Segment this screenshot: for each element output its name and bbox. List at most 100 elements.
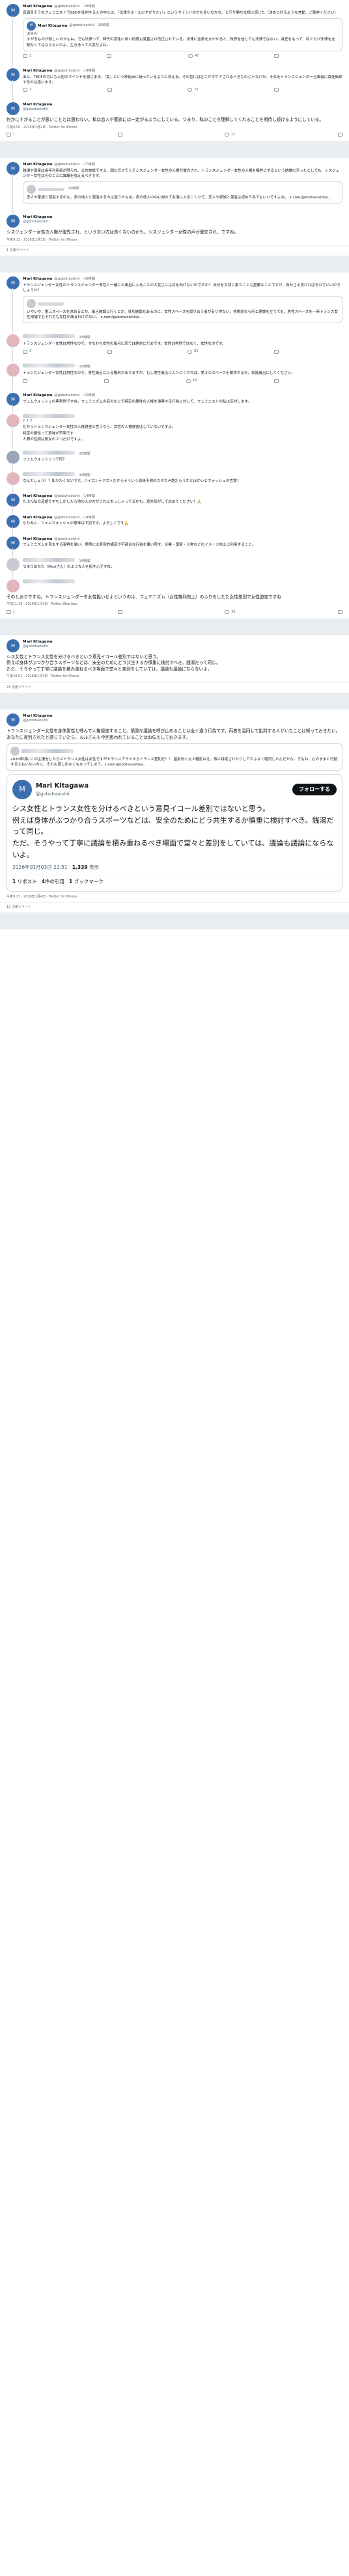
share-button[interactable] (273, 349, 279, 354)
author-name[interactable]: Mari Kitagawa (23, 515, 52, 520)
tweet-main[interactable]: そのとおりですね。トランスジェンダーを女性扱いせよというのは、フェミニズム（女性… (0, 576, 349, 618)
reply-button[interactable] (23, 378, 27, 383)
reply-tweet[interactable]: M Mari Kitagawa @gobohaoishii フェミニズムを育まする… (0, 533, 349, 557)
author-handle[interactable]: @gobohaoishii (54, 163, 79, 168)
avatar (27, 185, 36, 194)
avatar[interactable]: M (7, 493, 20, 507)
author-handle[interactable]: @gobohaoishii (23, 220, 342, 225)
author-name[interactable]: Mari Kitagawa (23, 68, 52, 73)
avatar[interactable]: M (7, 102, 20, 116)
like-button[interactable]: 47 (188, 54, 199, 59)
like-button[interactable]: 12 (225, 133, 236, 137)
tweet-main[interactable]: M Mari Kitagawa @gobohaoishii シス女性とトランス女… (0, 635, 349, 682)
author-handle[interactable]: @gobohaoishii (23, 719, 342, 724)
quoted-tweet[interactable]: 2026年頃にこの主張をしたら＃トランス女性は女性ですがトランスアライからトラン… (7, 743, 342, 771)
author-name[interactable]: Mari Kitagawa (36, 782, 89, 791)
avatar[interactable]: M (7, 393, 20, 406)
quote-count[interactable]: 23 引用ツイート (0, 683, 349, 693)
like-button[interactable]: 62 (188, 349, 198, 354)
author-name[interactable]: Mari Kitagawa (23, 215, 342, 220)
reply-button[interactable]: 1 (23, 88, 31, 92)
quoted-tweet[interactable]: いやいや、第三スペースを求めるとか、風呂施設に行くとか、貸切施設もあるのに、女性… (23, 296, 342, 324)
share-button[interactable] (337, 133, 342, 137)
avatar[interactable]: M (7, 162, 20, 176)
author-name[interactable]: Mari Kitagawa (23, 713, 342, 719)
tweet[interactable]: M Mari Kitagawa @gobohaoishii · 20時間 真面目そう… (0, 0, 349, 67)
tweet[interactable]: M Mari Kitagawa @gobohaoishii · 16時間 トランスジ… (0, 272, 349, 334)
author-handle[interactable]: @gobohaoishii (36, 791, 89, 797)
reply-button[interactable]: 1 (7, 610, 15, 615)
author-handle[interactable]: @gobohaoishii (54, 537, 79, 542)
avatar[interactable] (7, 414, 20, 428)
avatar[interactable] (7, 364, 20, 377)
reply-button[interactable]: 1 (23, 54, 31, 59)
share-button[interactable] (337, 610, 342, 615)
author-handle[interactable]: @gobohaoishii (54, 494, 79, 499)
reply-button[interactable]: 1 (23, 349, 31, 354)
author-name[interactable]: Mari Kitagawa (23, 639, 342, 644)
avatar[interactable]: M (7, 514, 20, 528)
reply-tweet[interactable]: ？？？ だからトランスジェンダー女性の人権侵害と言うなら、女性の人権侵害はしてい… (0, 410, 349, 450)
share-button[interactable] (273, 54, 279, 59)
avatar[interactable]: M (7, 4, 20, 17)
share-button[interactable] (273, 88, 279, 92)
tweet[interactable]: M Mari Kitagawa @gobohaoishii · 17時間 銭湯や温泉… (0, 158, 349, 214)
retweet-button[interactable] (107, 349, 112, 354)
avatar[interactable]: M (7, 68, 20, 81)
reply-tweet[interactable]: · 15時間 トランスジェンダー女性は男性なので、すなわち女性の風呂に来ては絶対… (0, 330, 349, 363)
author-name[interactable]: Mari Kitagawa (23, 4, 52, 9)
author-name[interactable]: Mari Kitagawa (23, 102, 342, 107)
tweet[interactable]: M Mari Kitagawa @gobohaoishii · 19時間 あと、TE… (0, 64, 349, 101)
author-handle[interactable]: @gobohaoishii (54, 5, 79, 10)
avatar[interactable]: M (12, 780, 32, 800)
embedded-tweet-card[interactable]: M Mari Kitagawa @gobohaoishii フォローする シス女… (7, 774, 342, 892)
avatar[interactable]: M (7, 276, 20, 290)
like-button[interactable]: 16 (186, 378, 197, 383)
reply-tweet[interactable]: M Mari Kitagawa @gobohaoishii · 15時間 フェムウォ… (0, 389, 349, 414)
author-handle[interactable]: @gobohaoishii (54, 277, 79, 282)
quoted-tweet[interactable]: · 19時間 恋人や家族と混浴するのも、赤の他人と混浴するのは違うかなあ。赤の他… (23, 181, 342, 204)
avatar[interactable]: M (7, 536, 20, 550)
author-name[interactable]: Mari Kitagawa (23, 494, 52, 499)
like-button[interactable]: 30 (225, 610, 236, 615)
avatar[interactable]: M (7, 215, 20, 228)
reply-tweet[interactable]: · 14時間 つまりあなた（Mariさん）のような人を指すんですね。 (0, 554, 349, 578)
tweet-main[interactable]: M Mari Kitagawa @gobohaoishii シスジェンダー女性の… (0, 211, 349, 245)
tweet-main[interactable]: M Mari Kitagawa @gobohaoishii トランスジェンダー女… (0, 710, 349, 902)
author-name[interactable]: Mari Kitagawa (23, 393, 52, 398)
avatar[interactable] (7, 450, 20, 464)
avatar[interactable] (7, 579, 20, 592)
retweet-button[interactable] (106, 54, 113, 59)
reply-tweet[interactable]: · 15時間 フェムウォッシュって何？ (0, 447, 349, 471)
author-handle[interactable]: @gobohaoishii (54, 516, 79, 521)
reply-tweet[interactable]: M Mari Kitagawa @gobohaoishii · 14時間 ちなみに、… (0, 511, 349, 535)
tweet-main[interactable]: M Mari Kitagawa @gobohaoishii 何かにすがることが悪… (0, 98, 349, 141)
reply-tweet[interactable]: · 14時間 なんてしょう？？知りたくないです。ハイコンテクストだからそういう意… (0, 468, 349, 492)
share-button[interactable] (273, 378, 279, 383)
tweet-text: フェミニズムを育まする姿勢を装い、実際には差別的構造や不都合な行為を覆い隠す、企… (23, 543, 256, 548)
author-handle[interactable]: @gobohaoishii (54, 69, 79, 74)
retweet-button[interactable] (117, 133, 122, 137)
quoted-tweet[interactable]: M Mari Kitagawa @gobohaoishii · 20時間 返信先: … (23, 18, 342, 51)
author-name[interactable]: Mari Kitagawa (23, 276, 52, 282)
retweet-button[interactable] (104, 378, 109, 383)
author-name[interactable]: Mari Kitagawa (23, 162, 52, 167)
retweet-button[interactable] (107, 88, 112, 92)
avatar[interactable]: M (7, 639, 20, 652)
reply-tweet[interactable]: M Mari Kitagawa @gobohaoishii · 14時間 たぶん私の… (0, 490, 349, 514)
reply-button[interactable]: 1 (7, 133, 15, 137)
author-handle[interactable]: @gobohaoishii (54, 393, 79, 399)
quote-count[interactable]: 12 引用ツイート (0, 903, 349, 912)
reply-tweet[interactable]: · 15時間 トランスジェンダー女性は男性なので、男性風呂に入る権利がありますが… (0, 360, 349, 392)
avatar[interactable] (7, 334, 20, 348)
quote-count[interactable]: 1 引用ツイート (0, 246, 349, 256)
follow-button[interactable]: フォローする (292, 784, 337, 796)
author-handle[interactable]: @gobohaoishii (23, 644, 342, 650)
author-name[interactable]: Mari Kitagawa (23, 537, 52, 542)
avatar[interactable] (7, 557, 20, 571)
avatar[interactable] (7, 471, 20, 485)
like-button[interactable]: 23 (188, 88, 198, 92)
avatar[interactable]: M (7, 713, 20, 726)
author-handle[interactable]: @gobohaoishii (23, 107, 342, 113)
retweet-button[interactable] (117, 610, 122, 615)
